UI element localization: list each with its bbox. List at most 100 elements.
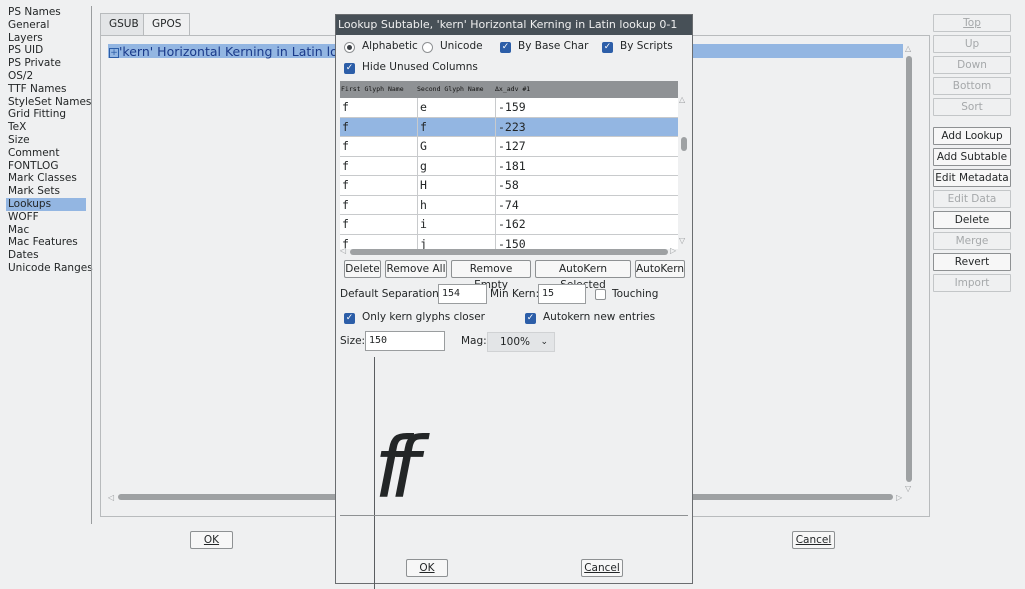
first-glyph-cell[interactable]: f: [340, 215, 417, 234]
category-item[interactable]: Size: [0, 134, 90, 147]
sort-button[interactable]: Sort: [933, 98, 1011, 116]
second-glyph-cell[interactable]: h: [417, 195, 495, 215]
table-row[interactable]: f f -223: [340, 117, 678, 137]
revert-button[interactable]: Revert: [933, 253, 1011, 271]
category-item[interactable]: FONTLOG: [0, 160, 90, 173]
category-item[interactable]: StyleSet Names: [0, 96, 91, 109]
dx-adv-cell[interactable]: -159: [495, 98, 678, 117]
category-item[interactable]: Unicode Ranges: [0, 262, 93, 275]
category-item[interactable]: Lookups: [6, 197, 86, 211]
default-separation-input[interactable]: 154: [438, 284, 487, 304]
merge-button[interactable]: Merge: [933, 232, 1011, 250]
autokern-selected-button[interactable]: AutoKern Selected: [535, 260, 631, 291]
category-item[interactable]: WOFF: [0, 211, 90, 224]
dialog-ok-button[interactable]: OK: [406, 559, 448, 577]
down-button[interactable]: Down: [933, 56, 1011, 74]
only-kern-closer-checkbox[interactable]: ✓: [344, 313, 355, 324]
category-item[interactable]: General: [0, 19, 90, 32]
main-ok-button[interactable]: OK: [190, 531, 233, 549]
edit-data-button[interactable]: Edit Data: [933, 190, 1011, 208]
scroll-up-arrow-icon[interactable]: △: [905, 44, 911, 53]
first-glyph-cell[interactable]: f: [340, 196, 417, 215]
expand-icon[interactable]: +: [109, 48, 119, 58]
scroll-right-arrow-icon[interactable]: ▷: [896, 493, 902, 502]
dx-adv-cell[interactable]: -162: [495, 215, 678, 234]
first-glyph-cell[interactable]: f: [340, 137, 417, 156]
top-button[interactable]: Top: [933, 14, 1011, 32]
category-item[interactable]: Mac Features: [0, 236, 90, 249]
remove-empty-button[interactable]: Remove Empty: [451, 260, 531, 291]
min-kern-input[interactable]: 15: [538, 284, 586, 304]
second-glyph-cell[interactable]: H: [417, 176, 495, 195]
category-item[interactable]: Comment: [0, 147, 90, 160]
table-row[interactable]: f e -159: [340, 98, 678, 118]
table-row[interactable]: f h -74: [340, 195, 678, 215]
category-item[interactable]: Mark Classes: [0, 172, 90, 185]
main-cancel-button[interactable]: Cancel: [792, 531, 835, 549]
category-item[interactable]: Mac: [0, 224, 90, 237]
table-vertical-scrollbar[interactable]: [681, 137, 687, 151]
autokern-new-entries-checkbox[interactable]: ✓: [525, 313, 536, 324]
mag-select[interactable]: 100% ⌄: [487, 332, 555, 352]
add-lookup-button[interactable]: Add Lookup: [933, 127, 1011, 145]
header-second-glyph[interactable]: Second Glyph Name: [417, 81, 495, 98]
touching-checkbox[interactable]: [595, 289, 606, 300]
by-base-char-checkbox[interactable]: ✓: [500, 42, 511, 53]
scroll-left-arrow-icon[interactable]: ◁: [108, 493, 114, 502]
second-glyph-cell[interactable]: f: [417, 117, 495, 137]
lookup-vertical-scrollbar[interactable]: [906, 56, 912, 482]
dx-adv-cell[interactable]: -58: [495, 176, 678, 195]
scroll-down-arrow-icon[interactable]: ▽: [905, 484, 911, 493]
category-item[interactable]: PS Names: [0, 6, 90, 19]
dx-adv-cell[interactable]: -127: [495, 137, 678, 156]
autokern-button[interactable]: AutoKern: [635, 260, 685, 278]
category-item[interactable]: OS/2: [0, 70, 90, 83]
tab-gpos[interactable]: GPOS: [143, 13, 191, 36]
delete-pair-button[interactable]: Delete: [344, 260, 381, 278]
dx-adv-cell[interactable]: -150: [495, 234, 678, 249]
tab-gsub[interactable]: GSUB: [100, 13, 148, 35]
second-glyph-cell[interactable]: i: [417, 215, 495, 234]
table-scroll-up-icon[interactable]: △: [679, 95, 685, 104]
category-item[interactable]: Grid Fitting: [0, 108, 90, 121]
edit-metadata-button[interactable]: Edit Metadata: [933, 169, 1011, 187]
category-item[interactable]: TTF Names: [0, 83, 90, 96]
table-row[interactable]: f i -162: [340, 215, 678, 235]
category-item[interactable]: Mark Sets: [0, 185, 90, 198]
category-item[interactable]: PS UID: [0, 44, 90, 57]
dx-adv-cell[interactable]: -74: [495, 195, 678, 215]
size-input[interactable]: 150: [365, 331, 445, 351]
category-item[interactable]: Layers: [0, 32, 90, 45]
table-horizontal-scrollbar[interactable]: [350, 249, 668, 255]
up-button[interactable]: Up: [933, 35, 1011, 53]
first-glyph-cell[interactable]: f: [340, 176, 417, 195]
table-row[interactable]: f j -150: [340, 234, 678, 249]
by-scripts-checkbox[interactable]: ✓: [602, 42, 613, 53]
hide-unused-columns-checkbox[interactable]: ✓: [344, 63, 355, 74]
dx-adv-cell[interactable]: -223: [495, 117, 678, 137]
second-glyph-cell[interactable]: e: [417, 98, 495, 117]
first-glyph-cell[interactable]: f: [340, 98, 417, 117]
second-glyph-cell[interactable]: g: [417, 156, 495, 176]
table-row[interactable]: f G -127: [340, 137, 678, 157]
header-dx-adv[interactable]: Δx_adv #1: [495, 81, 595, 98]
table-scroll-down-icon[interactable]: ▽: [679, 236, 685, 245]
alphabetic-radio[interactable]: [344, 42, 355, 53]
table-scroll-right-icon[interactable]: ▷: [670, 246, 676, 255]
category-item[interactable]: PS Private: [0, 57, 90, 70]
header-first-glyph[interactable]: First Glyph Name: [341, 81, 417, 98]
first-glyph-cell[interactable]: f: [340, 157, 417, 176]
remove-all-button[interactable]: Remove All: [385, 260, 447, 278]
table-scroll-left-icon[interactable]: ◁: [340, 246, 346, 255]
import-button[interactable]: Import: [933, 274, 1011, 292]
second-glyph-cell[interactable]: G: [417, 137, 495, 156]
dx-adv-cell[interactable]: -181: [495, 156, 678, 176]
bottom-button[interactable]: Bottom: [933, 77, 1011, 95]
add-subtable-button[interactable]: Add Subtable: [933, 148, 1011, 166]
delete-button[interactable]: Delete: [933, 211, 1011, 229]
category-item[interactable]: Dates: [0, 249, 90, 262]
first-glyph-cell[interactable]: f: [340, 118, 417, 137]
unicode-radio[interactable]: [422, 42, 433, 53]
dialog-cancel-button[interactable]: Cancel: [581, 559, 623, 577]
second-glyph-cell[interactable]: j: [417, 234, 495, 249]
